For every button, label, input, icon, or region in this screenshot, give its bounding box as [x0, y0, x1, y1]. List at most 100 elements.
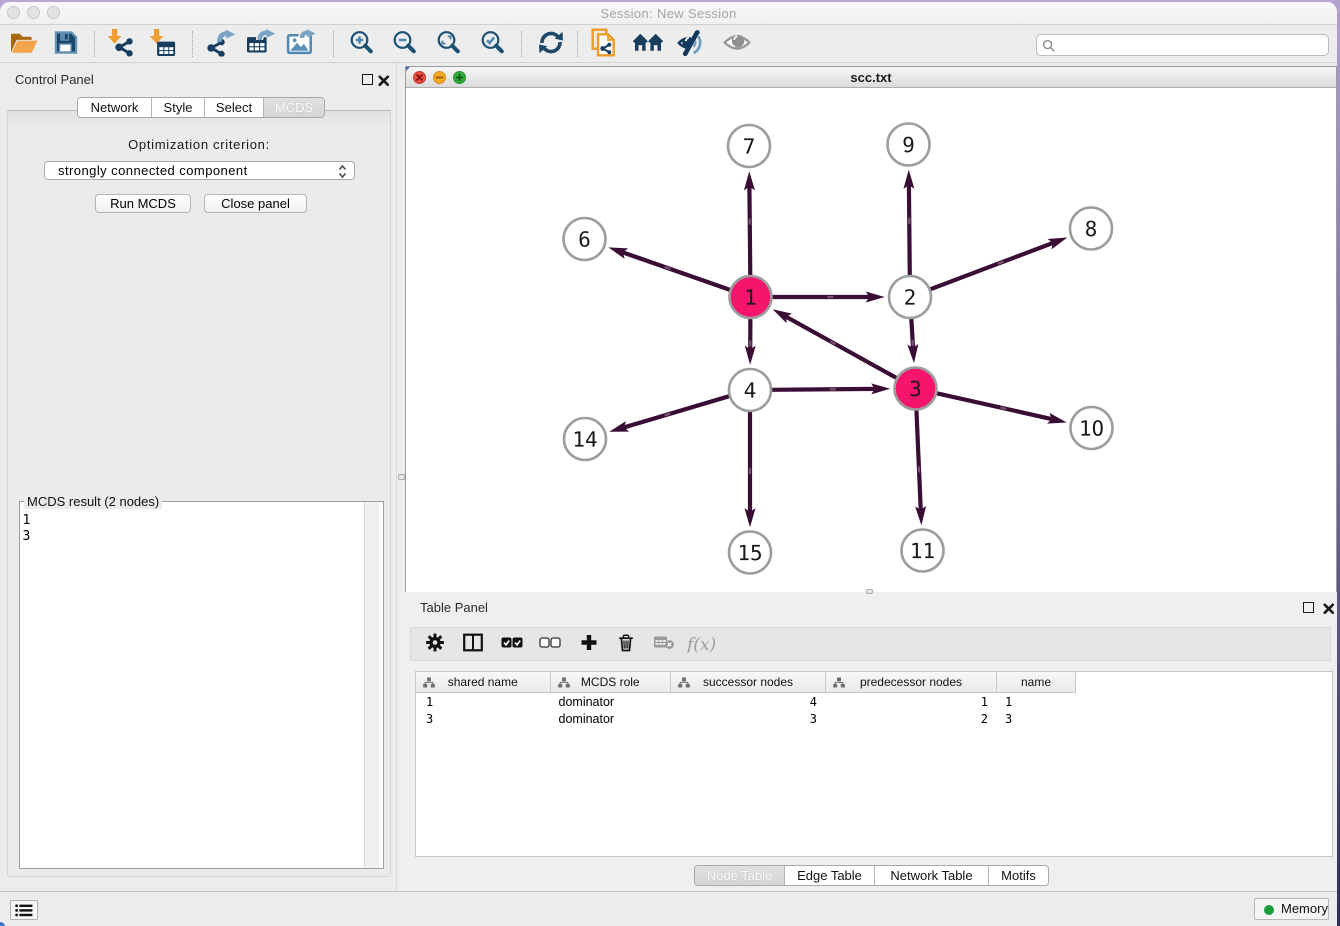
column-header-shared-name[interactable]: shared name: [416, 672, 551, 692]
network-window-titlebar[interactable]: scc.txt: [406, 67, 1336, 88]
hide-selected-icon[interactable]: [678, 29, 705, 61]
graph-node-15[interactable]: [729, 532, 771, 574]
mcds-result-text[interactable]: 13: [23, 513, 31, 545]
tab-mcds[interactable]: MCDS: [264, 98, 324, 117]
add-column-icon[interactable]: [580, 634, 598, 657]
control-panel-title: Control Panel: [15, 72, 94, 87]
edge-2-8[interactable]: [930, 242, 1054, 289]
delete-column-icon[interactable]: [617, 633, 635, 657]
delete-table-icon[interactable]: [653, 636, 675, 655]
cell-successor-nodes: 4: [671, 694, 826, 711]
table-panel: Table Panel: [398, 593, 1337, 891]
split-columns-icon[interactable]: [463, 634, 483, 657]
table-panel-float-icon[interactable]: [1303, 602, 1314, 613]
first-neighbors-icon[interactable]: [632, 29, 664, 60]
run-mcds-button[interactable]: Run MCDS: [95, 194, 191, 213]
zoom-out-icon[interactable]: [393, 30, 418, 60]
toolbar-separator: [521, 31, 522, 57]
toolbar-separator: [94, 31, 95, 57]
select-chevrons-icon: [338, 164, 347, 179]
task-history-button[interactable]: [10, 900, 38, 920]
graph-node-14[interactable]: [564, 418, 606, 460]
control-panel-close-icon[interactable]: [378, 75, 390, 87]
search-input[interactable]: [1059, 36, 1323, 54]
manage-networks-icon[interactable]: [591, 27, 620, 62]
main-toolbar: [0, 25, 1337, 63]
zoom-selected-icon[interactable]: [481, 30, 506, 60]
network-window-title: scc.txt: [406, 67, 1336, 88]
close-panel-button[interactable]: Close panel: [204, 194, 307, 213]
export-network-icon[interactable]: [206, 28, 239, 61]
tab-network[interactable]: Network: [78, 98, 152, 117]
export-table-icon[interactable]: [246, 28, 278, 61]
unselect-all-columns-icon[interactable]: [539, 636, 561, 654]
graph-node-10[interactable]: [1071, 407, 1113, 449]
column-type-icon: [558, 677, 570, 688]
edge-4-3[interactable]: [771, 389, 876, 390]
open-session-icon[interactable]: [9, 30, 39, 59]
mcds-result-scrollbar[interactable]: [364, 502, 379, 868]
control-panel-tabs: NetworkStyleSelectMCDS: [77, 97, 325, 118]
graph-node-2[interactable]: [889, 276, 931, 318]
criterion-select[interactable]: strongly connected component: [44, 161, 355, 180]
edge-3-11[interactable]: [916, 410, 920, 511]
column-type-icon: [423, 677, 435, 688]
column-header-successor-nodes[interactable]: successor nodes: [671, 672, 826, 692]
control-panel-float-icon[interactable]: [362, 74, 373, 85]
edge-1-6[interactable]: [622, 252, 731, 290]
network-window: scc.txt: [405, 66, 1337, 592]
select-all-columns-icon[interactable]: [501, 636, 523, 654]
network-canvas[interactable]: [406, 88, 1336, 592]
show-all-icon[interactable]: [723, 32, 750, 57]
import-table-icon[interactable]: [149, 28, 176, 62]
column-type-icon: [678, 677, 690, 688]
tab-select[interactable]: Select: [205, 98, 264, 117]
graph-node-6[interactable]: [564, 218, 606, 260]
vertical-splitter-handle[interactable]: [398, 474, 405, 480]
export-image-icon[interactable]: [287, 28, 318, 61]
search-field[interactable]: [1036, 34, 1329, 56]
optimization-criterion-label: Optimization criterion:: [8, 137, 390, 152]
node-table[interactable]: shared nameMCDS rolesuccessor nodesprede…: [415, 671, 1333, 857]
toolbar-separator: [577, 31, 578, 57]
graph-node-11[interactable]: [902, 530, 944, 572]
column-header-MCDS-role[interactable]: MCDS role: [551, 672, 672, 692]
table-row[interactable]: 3dominator323: [416, 711, 1332, 728]
graph-node-7[interactable]: [728, 125, 770, 167]
column-header-predecessor-nodes[interactable]: predecessor nodes: [826, 672, 997, 692]
horizontal-splitter-handle[interactable]: [866, 589, 873, 594]
graph-node-4[interactable]: [729, 369, 771, 411]
tab-node-table[interactable]: Node Table: [695, 866, 785, 885]
import-network-icon[interactable]: [107, 28, 134, 62]
memory-button[interactable]: Memory: [1254, 898, 1329, 920]
column-header-name[interactable]: name: [997, 672, 1076, 692]
cell-MCDS-role: dominator: [551, 711, 672, 728]
cell-predecessor-nodes: 2: [826, 711, 997, 728]
cell-predecessor-nodes: 1: [826, 694, 997, 711]
cell-name: 1: [997, 694, 1076, 711]
save-session-icon[interactable]: [54, 30, 79, 60]
tab-network-table[interactable]: Network Table: [875, 866, 989, 885]
edge-4-14[interactable]: [623, 396, 730, 428]
table-panel-close-icon[interactable]: [1323, 603, 1335, 615]
settings-icon[interactable]: [426, 633, 445, 657]
edge-1-7[interactable]: [749, 185, 750, 275]
tab-edge-table[interactable]: Edge Table: [785, 866, 875, 885]
zoom-fit-icon[interactable]: [437, 30, 462, 60]
graph-node-9[interactable]: [888, 124, 930, 166]
function-builder-icon[interactable]: [687, 634, 718, 661]
table-row[interactable]: 1dominator411: [416, 694, 1332, 711]
edge-2-9[interactable]: [909, 184, 910, 276]
edge-3-1[interactable]: [785, 316, 897, 378]
table-tabs: Node TableEdge TableNetwork TableMotifs: [694, 865, 1049, 886]
edge-3-10[interactable]: [936, 393, 1053, 419]
mcds-tab-panel: Optimization criterion: strongly connect…: [7, 110, 391, 877]
screen: Session: New Session: [0, 0, 1340, 926]
mcds-result-group: MCDS result (2 nodes) 13: [19, 501, 384, 869]
network-window-corner: [406, 67, 410, 71]
mcds-result-title: MCDS result (2 nodes): [24, 494, 162, 509]
apply-layout-icon[interactable]: [538, 29, 564, 60]
tab-style[interactable]: Style: [152, 98, 205, 117]
tab-motifs[interactable]: Motifs: [989, 866, 1048, 885]
zoom-in-icon[interactable]: [350, 30, 375, 60]
